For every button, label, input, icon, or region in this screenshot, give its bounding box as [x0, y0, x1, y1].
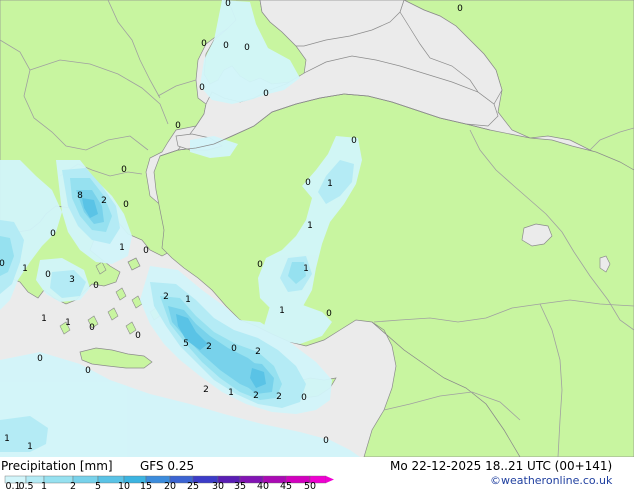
legend-tick-label: 0.5 [18, 481, 34, 492]
legend-tick-label: 25 [186, 481, 200, 492]
precip-value-label: 0 [323, 436, 329, 446]
precip-value-label: 0 [257, 260, 263, 270]
precip-value-label: 1 [327, 179, 333, 189]
precip-value-label: 1 [22, 264, 28, 274]
precip-value-label: 0 [93, 281, 99, 291]
legend-tick-label: 40 [256, 481, 270, 492]
precip-value-label: 0 [175, 121, 181, 131]
map-title: Precipitation [mm] [1, 459, 113, 473]
precip-value-label: 0 [123, 200, 129, 210]
precip-value-label: 0 [37, 354, 43, 364]
legend-tick-label: 10 [117, 481, 131, 492]
precip-value-label: 1 [279, 306, 285, 316]
model-name: GFS 0.25 [140, 459, 195, 473]
precip-value-label: 0 [89, 323, 95, 333]
precip-value-label: 0 [199, 83, 205, 93]
precip-value-label: 1 [185, 295, 191, 305]
precip-value-label: 0 [121, 165, 127, 175]
legend-tick-label: 35 [233, 481, 247, 492]
credit-link[interactable]: ©weatheronline.co.uk [490, 474, 612, 487]
precip-value-label: 0 [457, 4, 463, 14]
precip-value-label: 5 [183, 339, 189, 349]
precip-value-label: 0 [50, 229, 56, 239]
precip-value-label: 1 [41, 314, 47, 324]
precip-value-label: 0 [135, 331, 141, 341]
precipitation-map: 0 0 0 0 0 0 0 0 0 0 1 0 1 1 0 1 0 8 2 0 0 1 0 0 1 0 3 0 1 1 0 2 1 0 5 2 0 2 0 0… [0, 0, 634, 457]
precip-value-label: 1 [27, 442, 33, 452]
precip-value-label: 2 [276, 392, 282, 402]
precip-value-label: 0 [351, 136, 357, 146]
precip-value-label: 0 [0, 259, 5, 269]
precip-value-label: 0 [301, 393, 307, 403]
legend-tick-label: 45 [279, 481, 293, 492]
precip-value-label: 0 [223, 41, 229, 51]
precip-value-label: 1 [228, 388, 234, 398]
precip-value-label: 0 [143, 246, 149, 256]
precip-value-label: 1 [307, 221, 313, 231]
precip-value-label: 1 [4, 434, 10, 444]
map-canvas: 0 0 0 0 0 0 0 0 0 0 1 0 1 1 0 1 0 8 2 0 0 1 0 0 1 0 3 0 1 1 0 2 1 0 5 2 0 2 0 0… [0, 0, 634, 457]
precip-value-label: 8 [77, 191, 83, 201]
legend-tick-label: 30 [211, 481, 225, 492]
precip-value-label: 2 [255, 347, 261, 357]
valid-time: Mo 22-12-2025 18..21 UTC (00+141) [390, 459, 613, 473]
precip-value-label: 0 [326, 309, 332, 319]
precip-value-label: 1 [119, 243, 125, 253]
legend-tick-label: 15 [139, 481, 153, 492]
precip-value-label: 1 [303, 264, 309, 274]
legend-tick-label: 20 [163, 481, 177, 492]
precip-value-label: 0 [45, 270, 51, 280]
precip-value-label: 1 [65, 318, 71, 328]
legend-tick-label: 5 [94, 481, 102, 492]
precip-value-label: 2 [203, 385, 209, 395]
legend-swatch [43, 475, 74, 484]
precip-value-label: 0 [85, 366, 91, 376]
precip-value-label: 2 [163, 292, 169, 302]
legend-tick-label: 1 [40, 481, 48, 492]
legend-arrow-tip [326, 476, 334, 483]
legend-tick-label: 50 [303, 481, 317, 492]
precip-value-label: 0 [225, 0, 231, 9]
precip-value-label: 2 [101, 196, 107, 206]
legend-tick-label: 2 [69, 481, 77, 492]
precip-value-label: 0 [201, 39, 207, 49]
precip-value-label: 3 [69, 275, 75, 285]
precip-value-label: 0 [305, 178, 311, 188]
precip-value-label: 0 [231, 344, 237, 354]
precip-value-label: 0 [244, 43, 250, 53]
precip-value-label: 2 [253, 391, 259, 401]
precip-value-label: 0 [263, 89, 269, 99]
precip-value-label: 2 [206, 342, 212, 352]
